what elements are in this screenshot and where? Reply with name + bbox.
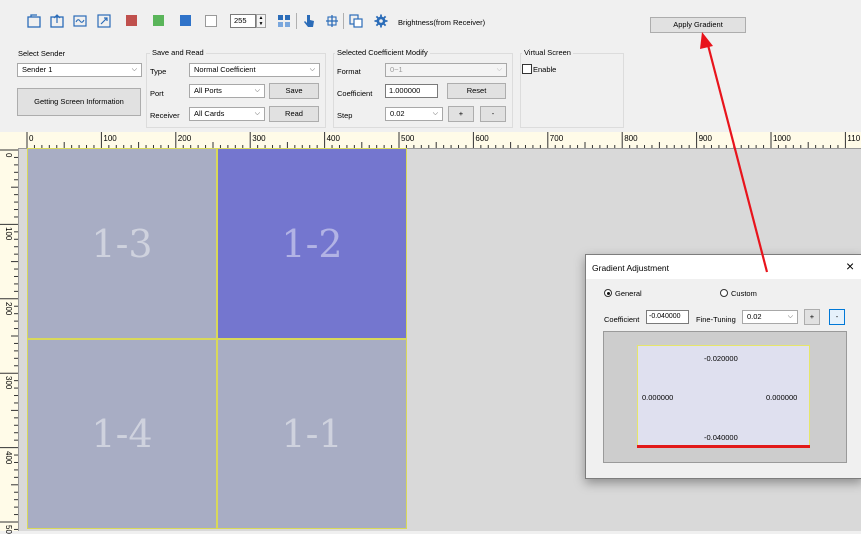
annotation-arrow [700, 32, 769, 273]
